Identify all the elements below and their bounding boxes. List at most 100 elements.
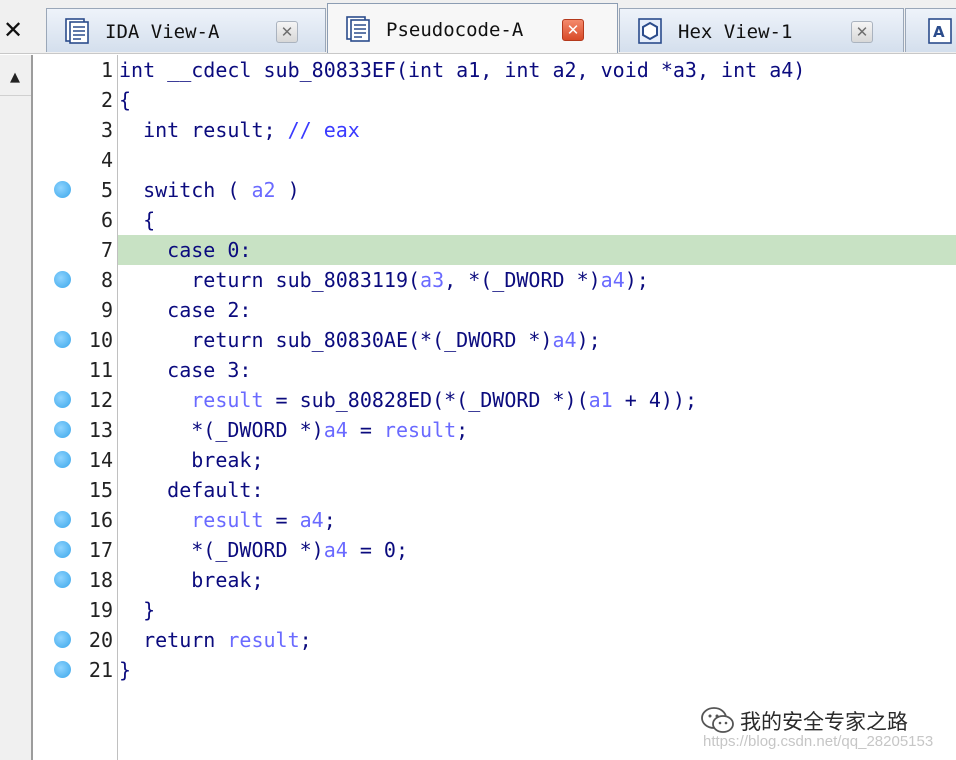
code-line[interactable]: 14 break; [33, 445, 956, 475]
code-line[interactable]: 3 int result; // eax [33, 115, 956, 145]
breakpoint-marker-icon[interactable] [54, 451, 71, 468]
tab-hex-view-1[interactable]: Hex View-1 ✕ [619, 8, 904, 52]
tab-pseudocode-a[interactable]: Pseudocode-A ✕ [327, 3, 618, 53]
tab-close-icon[interactable]: ✕ [276, 21, 298, 43]
code-line[interactable]: 20 return result; [33, 625, 956, 655]
line-number: 10 [88, 328, 113, 352]
left-scrollbar[interactable]: ▲ [0, 55, 33, 760]
code-token: int result; [119, 118, 288, 142]
breakpoint-marker-icon[interactable] [54, 631, 71, 648]
code-line[interactable]: 6 { [33, 205, 956, 235]
code-variable: result [383, 418, 457, 442]
line-number: 11 [88, 358, 113, 382]
code-text: break; [119, 448, 264, 472]
breakpoint-marker-icon[interactable] [54, 331, 71, 348]
code-line[interactable]: 15 default: [33, 475, 956, 505]
scroll-up-arrow-icon[interactable]: ▲ [2, 61, 28, 95]
code-line[interactable]: 10 return sub_80830AE(*(_DWORD *)a4); [33, 325, 956, 355]
line-number: 1 [100, 58, 113, 82]
code-token: ); [624, 268, 649, 292]
code-token: return [119, 628, 228, 652]
code-token: = [263, 508, 300, 532]
code-text: case 3: [119, 358, 251, 382]
code-token: ) [275, 178, 300, 202]
code-line[interactable]: 4 [33, 145, 956, 175]
code-token: return sub_80830AE(*(_DWORD *) [119, 328, 553, 352]
tab-close-icon[interactable]: ✕ [562, 19, 584, 41]
code-variable: a4 [323, 538, 348, 562]
pseudocode-editor[interactable]: 1 int __cdecl sub_80833EF(int a1, int a2,… [33, 55, 956, 760]
code-line[interactable]: 11 case 3: [33, 355, 956, 385]
code-variable: result [191, 508, 264, 532]
code-variable: a4 [600, 268, 625, 292]
close-icon[interactable]: ✕ [0, 12, 26, 48]
breakpoint-marker-icon[interactable] [54, 391, 71, 408]
code-line[interactable]: 1 int __cdecl sub_80833EF(int a1, int a2,… [33, 55, 956, 85]
line-number: 7 [100, 238, 113, 262]
breakpoint-marker-icon[interactable] [54, 541, 71, 558]
breakpoint-marker-icon[interactable] [54, 661, 71, 678]
watermark-url: https://blog.csdn.net/qq_28205153 [703, 733, 934, 750]
code-token: case 2: [119, 298, 252, 322]
code-line[interactable]: 9 case 2: [33, 295, 956, 325]
code-token: case 0: [119, 238, 252, 262]
line-number: 8 [100, 268, 113, 292]
code-line[interactable]: 2{ [33, 85, 956, 115]
code-variable: a4 [552, 328, 577, 352]
code-variable: result [191, 388, 264, 412]
code-token: break; [119, 448, 264, 472]
code-token: } [119, 658, 132, 682]
breakpoint-marker-icon[interactable] [54, 181, 71, 198]
line-number: 3 [100, 118, 113, 142]
line-number: 12 [88, 388, 113, 412]
code-token: ); [576, 328, 601, 352]
line-number: 16 [88, 508, 113, 532]
line-number: 2 [100, 88, 113, 112]
code-token: return sub_8083119( [119, 268, 421, 292]
code-line[interactable]: 16 result = a4; [33, 505, 956, 535]
code-line[interactable]: 5 switch ( a2 ) [33, 175, 956, 205]
code-text: } [119, 658, 131, 682]
code-token: ; [323, 508, 336, 532]
code-token: switch ( [119, 178, 252, 202]
code-variable: a3 [420, 268, 445, 292]
code-line[interactable]: 19 } [33, 595, 956, 625]
tab-structures[interactable]: A [905, 8, 956, 52]
svg-text:A: A [933, 23, 945, 41]
tab-label: Hex View-1 [678, 21, 793, 43]
code-line[interactable]: 12 result = sub_80828ED(*(_DWORD *)(a1 +… [33, 385, 956, 415]
code-token: } [119, 598, 156, 622]
breakpoint-marker-icon[interactable] [54, 421, 71, 438]
code-token: = [347, 418, 384, 442]
pseudocode-icon [346, 16, 370, 42]
line-number: 5 [100, 178, 113, 202]
code-line[interactable]: 18 break; [33, 565, 956, 595]
tab-ida-view-a[interactable]: IDA View-A ✕ [46, 8, 326, 52]
code-text: return sub_80830AE(*(_DWORD *)a4); [119, 328, 601, 352]
breakpoint-marker-icon[interactable] [54, 271, 71, 288]
code-variable: a4 [299, 508, 324, 532]
structures-icon: A [928, 18, 952, 44]
code-variable: result [227, 628, 300, 652]
breakpoint-marker-icon[interactable] [54, 571, 71, 588]
code-token: , *(_DWORD *) [444, 268, 601, 292]
tab-close-icon[interactable]: ✕ [851, 21, 873, 43]
code-line[interactable]: 21} [33, 655, 956, 685]
code-text: int __cdecl sub_80833EF(int a1, int a2, … [119, 58, 805, 82]
breakpoint-marker-icon[interactable] [54, 511, 71, 528]
line-number: 18 [88, 568, 113, 592]
tab-label: IDA View-A [105, 21, 220, 43]
code-line[interactable]: 17 *(_DWORD *)a4 = 0; [33, 535, 956, 565]
line-number: 17 [88, 538, 113, 562]
code-variable: a2 [251, 178, 276, 202]
line-number: 4 [100, 148, 113, 172]
code-comment: // eax [287, 118, 360, 142]
code-line[interactable]: 13 *(_DWORD *)a4 = result; [33, 415, 956, 445]
code-text: switch ( a2 ) [119, 178, 300, 202]
line-number: 13 [88, 418, 113, 442]
scrollbar-divider [0, 95, 31, 96]
code-line[interactable]: 8 return sub_8083119(a3, *(_DWORD *)a4); [33, 265, 956, 295]
code-token: default: [119, 478, 264, 502]
code-line[interactable]: 7 case 0: [33, 235, 956, 265]
